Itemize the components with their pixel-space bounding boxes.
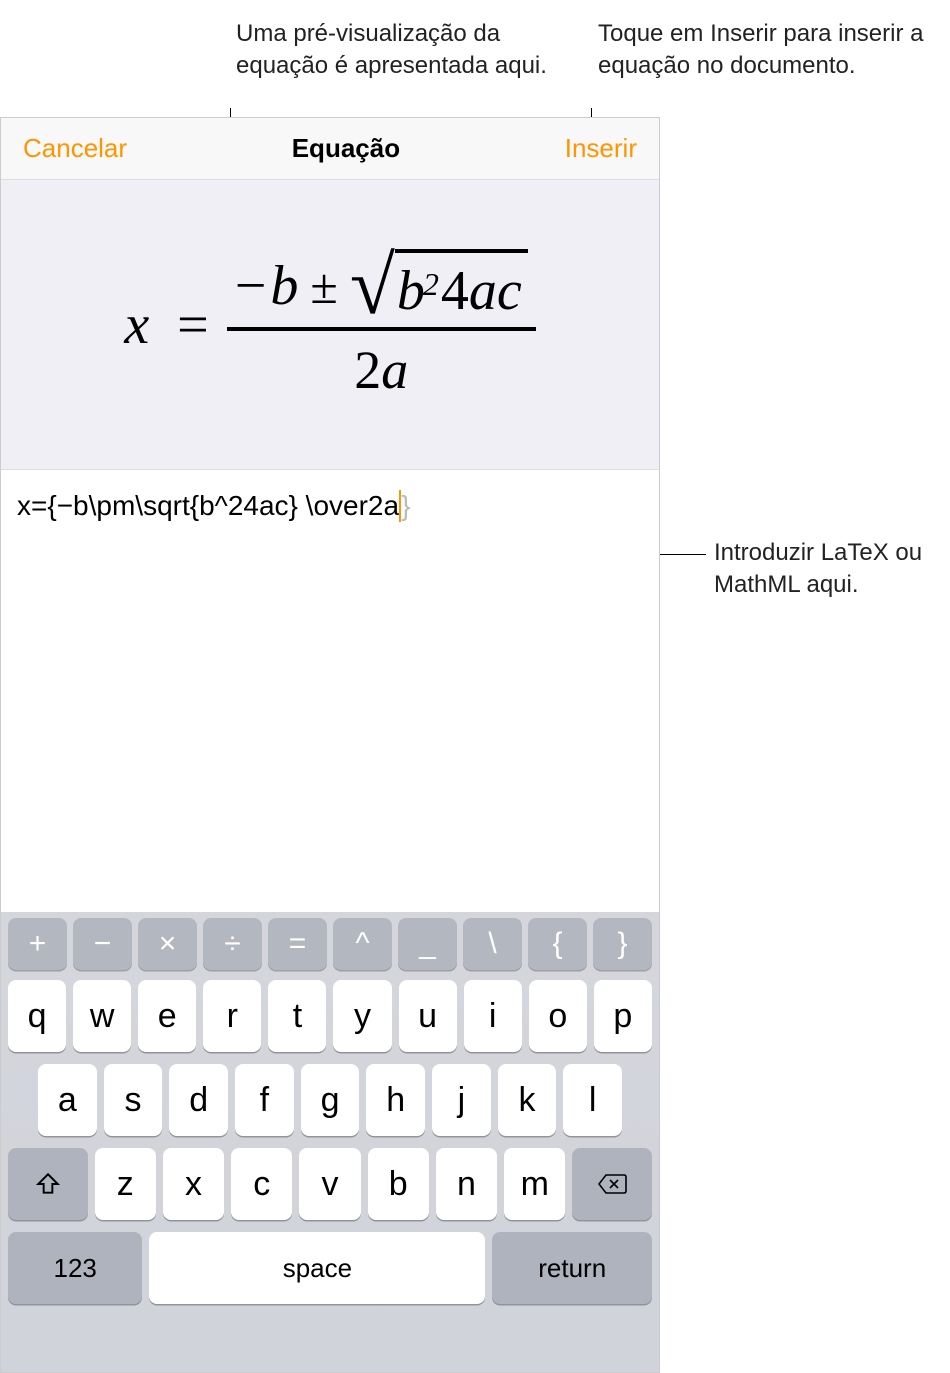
modal-header: Cancelar Equação Inserir — [1, 118, 659, 180]
key-a[interactable]: a — [38, 1064, 97, 1136]
key-s[interactable]: s — [104, 1064, 163, 1136]
key-underscore[interactable]: _ — [398, 918, 457, 970]
key-caret[interactable]: ^ — [333, 918, 392, 970]
key-equals[interactable]: = — [268, 918, 327, 970]
key-c[interactable]: c — [231, 1148, 292, 1220]
callout-insert: Toque em Inserir para inserir a equação … — [598, 18, 938, 83]
key-shift[interactable] — [8, 1148, 88, 1220]
key-x[interactable]: x — [163, 1148, 224, 1220]
key-lbrace[interactable]: { — [528, 918, 587, 970]
keyboard-symbol-row: + − × ÷ = ^ _ \ { } — [5, 918, 655, 970]
key-g[interactable]: g — [301, 1064, 360, 1136]
modal-title: Equação — [292, 133, 400, 164]
key-j[interactable]: j — [432, 1064, 491, 1136]
key-divide[interactable]: ÷ — [203, 918, 262, 970]
key-e[interactable]: e — [138, 980, 196, 1052]
onscreen-keyboard: + − × ÷ = ^ _ \ { } q w e r t y u i o p … — [1, 912, 659, 1372]
key-backspace[interactable] — [572, 1148, 652, 1220]
shift-icon — [35, 1171, 61, 1197]
keyboard-row-bottom: 123 space return — [5, 1232, 655, 1304]
key-z[interactable]: z — [95, 1148, 156, 1220]
key-f[interactable]: f — [235, 1064, 294, 1136]
key-b[interactable]: b — [368, 1148, 429, 1220]
key-m[interactable]: m — [504, 1148, 565, 1220]
key-q[interactable]: q — [8, 980, 66, 1052]
key-times[interactable]: × — [138, 918, 197, 970]
latex-input-text: x={−b\pm\sqrt{b^24ac} \over2a} — [17, 490, 410, 524]
equation-preview: x = −b ± √ b24ac 2a — [1, 180, 659, 469]
key-p[interactable]: p — [594, 980, 652, 1052]
key-d[interactable]: d — [169, 1064, 228, 1136]
key-space[interactable]: space — [149, 1232, 485, 1304]
insert-button[interactable]: Inserir — [565, 133, 637, 164]
key-r[interactable]: r — [203, 980, 261, 1052]
key-l[interactable]: l — [563, 1064, 622, 1136]
keyboard-row-2: a s d f g h j k l — [5, 1064, 655, 1136]
key-numbers[interactable]: 123 — [8, 1232, 142, 1304]
key-backslash[interactable]: \ — [463, 918, 522, 970]
callout-preview: Uma pré-visualização da equação é aprese… — [236, 18, 556, 83]
key-u[interactable]: u — [399, 980, 457, 1052]
keyboard-row-1: q w e r t y u i o p — [5, 980, 655, 1052]
key-h[interactable]: h — [366, 1064, 425, 1136]
rendered-equation: x = −b ± √ b24ac 2a — [124, 245, 535, 405]
key-w[interactable]: w — [73, 980, 131, 1052]
key-minus[interactable]: − — [73, 918, 132, 970]
key-y[interactable]: y — [333, 980, 391, 1052]
equation-editor-modal: Cancelar Equação Inserir x = −b ± √ b24a… — [0, 117, 660, 1373]
key-plus[interactable]: + — [8, 918, 67, 970]
key-i[interactable]: i — [464, 980, 522, 1052]
latex-input-area[interactable]: x={−b\pm\sqrt{b^24ac} \over2a} — [1, 469, 659, 912]
text-cursor — [399, 490, 401, 522]
key-t[interactable]: t — [268, 980, 326, 1052]
key-o[interactable]: o — [529, 980, 587, 1052]
callout-input: Introduzir LaTeX ou MathML aqui. — [714, 537, 944, 602]
key-k[interactable]: k — [498, 1064, 557, 1136]
key-return[interactable]: return — [492, 1232, 652, 1304]
key-v[interactable]: v — [299, 1148, 360, 1220]
key-n[interactable]: n — [436, 1148, 497, 1220]
keyboard-row-3: z x c v b n m — [5, 1148, 655, 1220]
backspace-icon — [597, 1173, 627, 1195]
cancel-button[interactable]: Cancelar — [23, 133, 127, 164]
key-rbrace[interactable]: } — [593, 918, 652, 970]
